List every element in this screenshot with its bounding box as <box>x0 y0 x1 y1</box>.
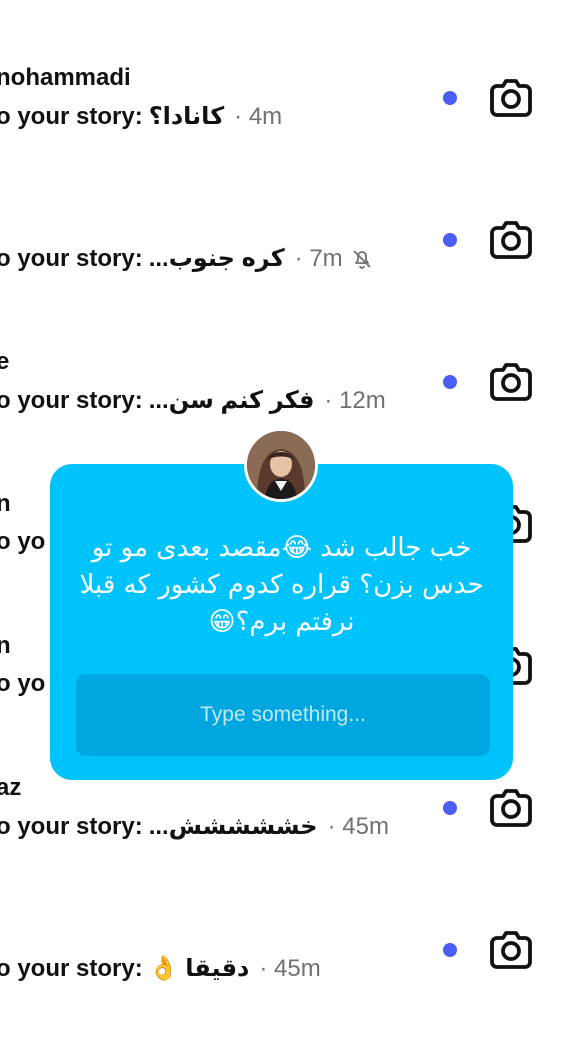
reply-message: خششششش... <box>148 813 318 840</box>
reply-prefix: o your story: <box>0 812 143 840</box>
camera-icon[interactable] <box>487 74 535 122</box>
sender-name: az <box>0 774 22 801</box>
avatar <box>244 428 318 502</box>
unread-dot-icon <box>443 943 457 957</box>
conversation-row[interactable]: nohammadi o your story: کانادا؟ · 4m <box>0 60 563 202</box>
camera-icon[interactable] <box>487 784 535 832</box>
reply-time: · 12m <box>324 386 386 414</box>
unread-dot-icon <box>443 91 457 105</box>
reply-time: · 4m <box>234 102 283 130</box>
camera-icon[interactable] <box>487 216 535 264</box>
unread-dot-icon <box>443 233 457 247</box>
story-reply-line: o yo <box>0 670 45 698</box>
story-reply-line: o your story: کانادا؟ · 4m <box>0 102 282 131</box>
camera-icon[interactable] <box>487 926 535 974</box>
reply-time: · 45m <box>327 812 389 840</box>
reply-message: دقیقا 👌 <box>148 955 250 982</box>
sender-name: n <box>0 490 11 517</box>
story-reply-line: o your story: دقیقا 👌 · 45m <box>0 954 321 983</box>
reply-prefix: o your story: <box>0 244 143 272</box>
story-reply-line: o your story: فکر کنم سن... · 12m <box>0 386 386 415</box>
reply-message: کره جنوب... <box>148 245 285 272</box>
story-reply-line: o yo <box>0 528 45 556</box>
sender-name: nohammadi <box>0 64 131 91</box>
reply-prefix: o yo <box>0 670 46 697</box>
reply-text: خب جالب شد 😂مقصد بعدی مو تو حدس بزن؟ قرا… <box>79 533 484 637</box>
unread-dot-icon <box>443 375 457 389</box>
story-reply-line: o your story: خششششش... · 45m <box>0 812 389 841</box>
reply-input[interactable] <box>76 674 490 756</box>
camera-icon[interactable] <box>487 358 535 406</box>
conversation-row[interactable]: o your story: کره جنوب... · 7m <box>0 202 563 344</box>
reply-time: · 7m <box>294 244 343 272</box>
bell-off-icon <box>351 248 373 270</box>
unread-dot-icon <box>443 801 457 815</box>
sender-name: e <box>0 348 10 375</box>
reply-prefix: o your story: <box>0 386 143 414</box>
conversation-row[interactable]: az o your story: خششششش... · 45m <box>0 770 563 912</box>
reply-prefix: o your story: <box>0 102 143 130</box>
story-reply-line: o your story: کره جنوب... · 7m <box>0 244 373 273</box>
reply-prefix: o yo <box>0 528 46 555</box>
sender-name: n <box>0 632 11 659</box>
reply-message: کانادا؟ <box>148 103 225 130</box>
reply-message: فکر کنم سن... <box>148 387 315 414</box>
reply-prefix: o your story: <box>0 954 143 982</box>
reply-time: · 45m <box>259 954 321 982</box>
conversation-row[interactable]: o your story: دقیقا 👌 · 45m <box>0 912 563 1054</box>
